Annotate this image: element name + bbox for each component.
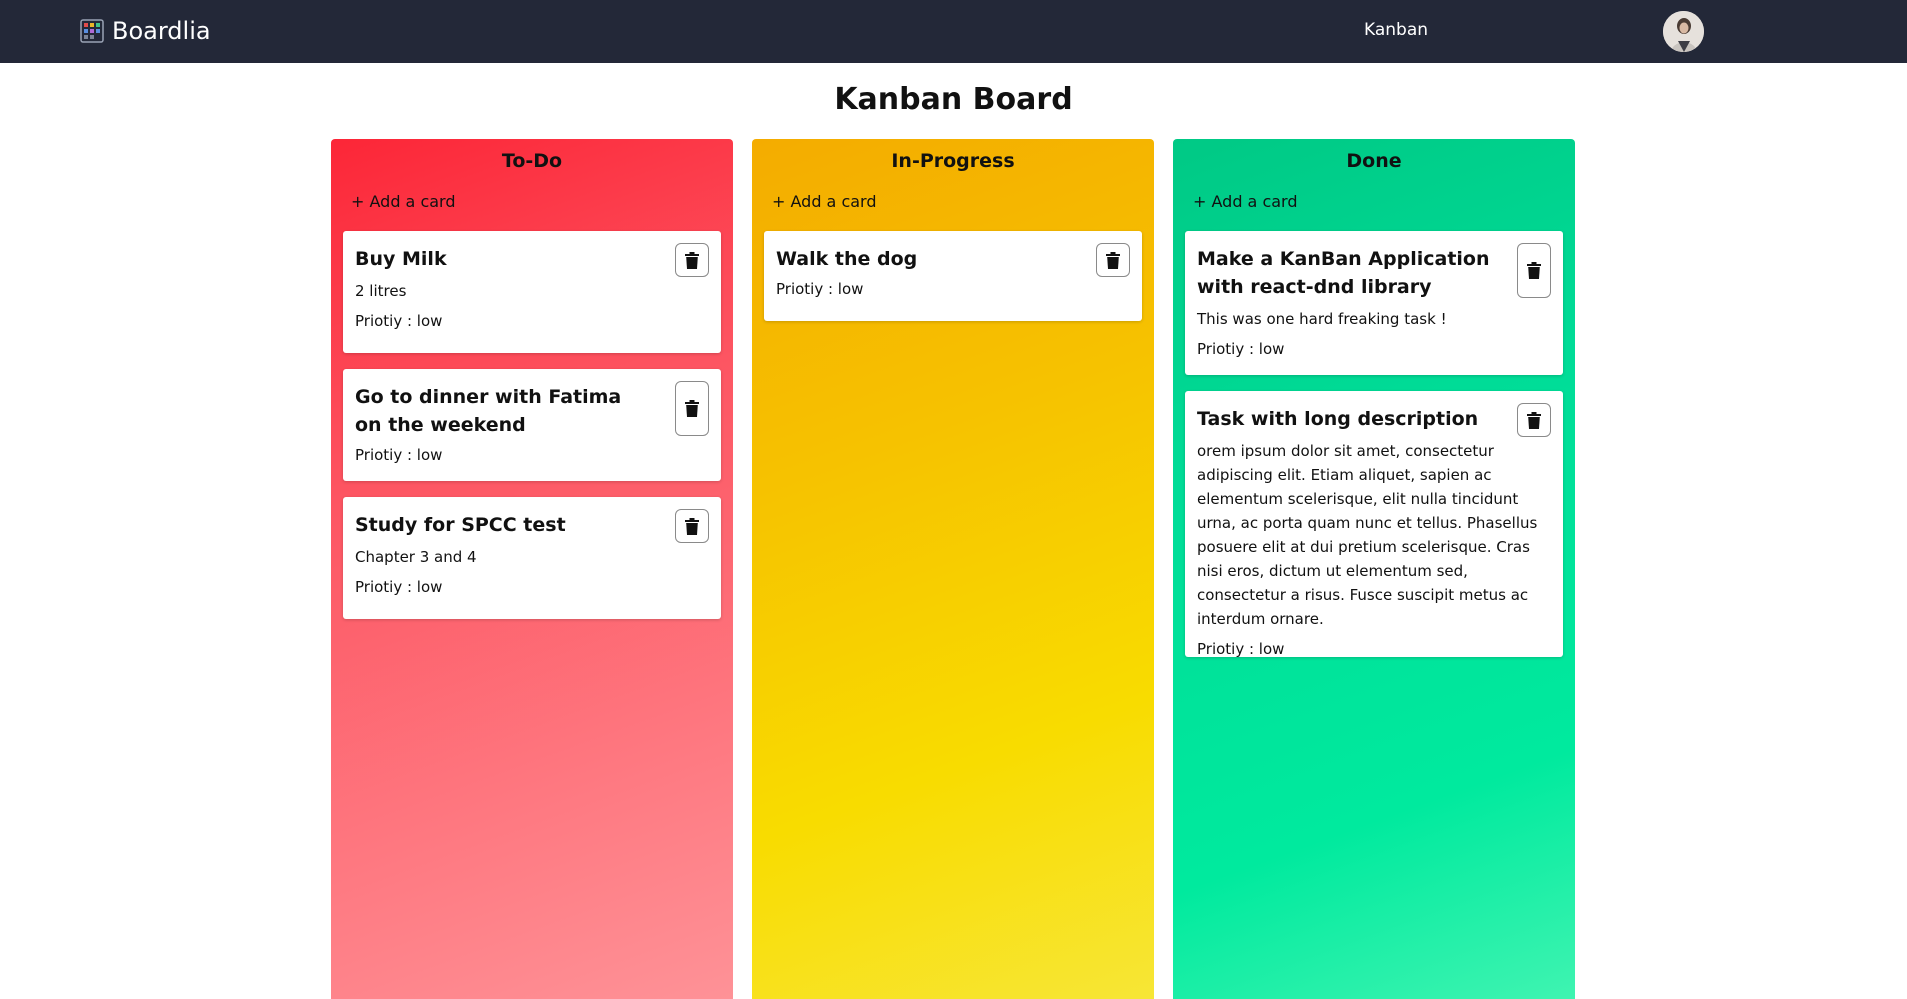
delete-card-button[interactable] [1517,243,1551,298]
column-title: Done [1346,150,1402,172]
task-card[interactable]: Task with long description orem ipsum do… [1185,391,1563,658]
kanban-grid-icon [80,19,104,43]
task-card[interactable]: Buy Milk 2 litres Priotiy : low [343,231,721,353]
column-done: Done + Add a card Make a KanBan Applicat… [1173,139,1575,999]
delete-card-button[interactable] [1096,243,1130,277]
card-priority: Priotiy : low [355,312,443,330]
brand-name: Boardlia [112,17,211,45]
brand-link[interactable]: Boardlia [80,16,211,46]
card-description: orem ipsum dolor sit amet, consectetur a… [1197,442,1538,628]
delete-card-button[interactable] [675,381,709,436]
task-card[interactable]: Walk the dog Priotiy : low [764,231,1142,321]
card-title: Buy Milk [355,248,447,270]
trash-icon [1527,411,1541,429]
navbar: Boardlia Kanban [0,0,1907,63]
card-priority: Priotiy : low [355,446,443,464]
trash-icon [685,251,699,269]
card-priority: Priotiy : low [776,280,864,298]
add-card-button[interactable]: + Add a card [772,192,877,211]
column-title: In-Progress [891,150,1015,172]
user-avatar[interactable] [1663,11,1704,52]
card-title: Make a KanBan Application with react-dnd… [1197,248,1490,298]
card-priority: Priotiy : low [1197,640,1285,658]
card-title: Study for SPCC test [355,514,566,536]
task-card[interactable]: Study for SPCC test Chapter 3 and 4 Prio… [343,497,721,619]
card-priority: Priotiy : low [355,578,443,596]
trash-icon [1106,251,1120,269]
column-in-progress: In-Progress + Add a card Walk the dog Pr… [752,139,1154,999]
page-title: Kanban Board [834,82,1073,117]
delete-card-button[interactable] [675,509,709,543]
add-card-button[interactable]: + Add a card [1193,192,1298,211]
card-description: 2 litres [355,282,407,300]
card-title: Go to dinner with Fatima on the weekend [355,386,622,436]
card-description: Chapter 3 and 4 [355,548,477,566]
trash-icon [685,400,699,417]
delete-card-button[interactable] [675,243,709,277]
column-title: To-Do [501,150,563,172]
add-card-button[interactable]: + Add a card [351,192,456,211]
column-todo: To-Do + Add a card Buy Milk 2 litres Pri… [331,139,733,999]
task-card[interactable]: Go to dinner with Fatima on the weekend … [343,369,721,481]
card-title: Walk the dog [776,248,918,270]
delete-card-button[interactable] [1517,403,1551,437]
avatar-image [1663,11,1704,52]
nav-link-kanban[interactable]: Kanban [1364,20,1428,40]
card-description: This was one hard freaking task ! [1197,310,1447,328]
trash-icon [1527,262,1541,279]
task-card[interactable]: Make a KanBan Application with react-dnd… [1185,231,1563,375]
card-priority: Priotiy : low [1197,340,1285,358]
trash-icon [685,517,699,535]
card-title: Task with long description [1197,408,1479,430]
